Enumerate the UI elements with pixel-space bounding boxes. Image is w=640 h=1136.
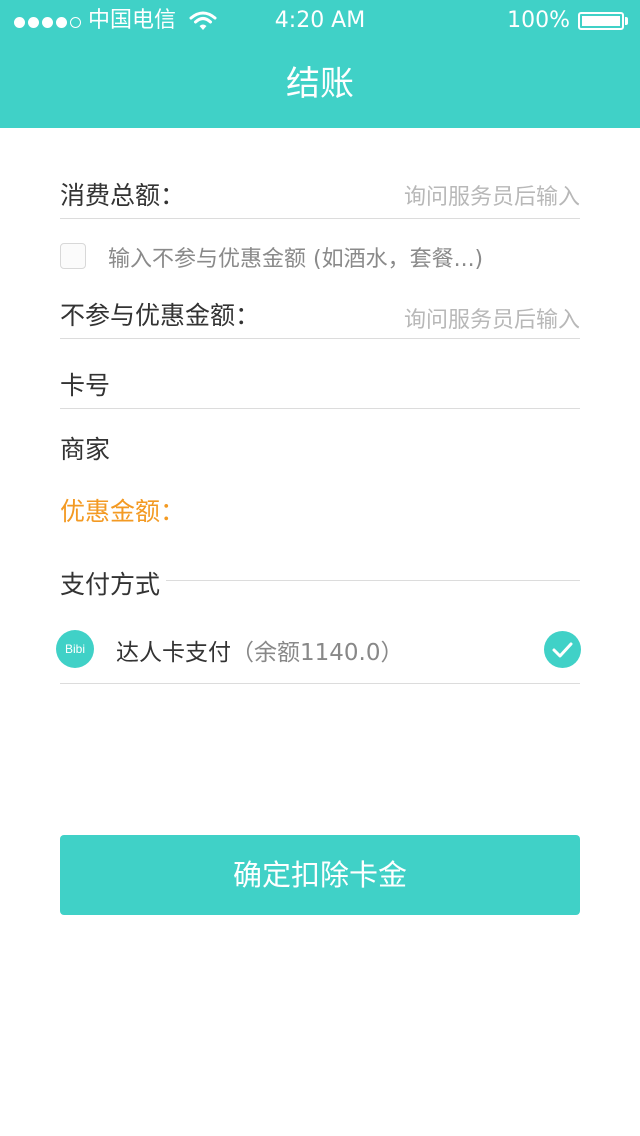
card-number-row[interactable]: 卡号 <box>60 360 580 409</box>
bibi-logo-icon: Bibi <box>56 630 94 668</box>
confirm-deduct-button[interactable]: 确定扣除卡金 <box>60 835 580 915</box>
payment-method-balance: （余额1140.0） <box>231 640 404 666</box>
excluded-amount-label: 不参与优惠金额： <box>60 301 261 330</box>
discount-row: 优惠金额： <box>60 490 580 530</box>
checkmark-circle-icon[interactable] <box>544 631 581 668</box>
checkbox-icon[interactable] <box>60 243 86 269</box>
card-number-label: 卡号 <box>60 371 111 400</box>
battery-icon <box>578 12 624 30</box>
excluded-amount-row[interactable]: 不参与优惠金额： 询问服务员后输入 <box>60 290 580 339</box>
total-amount-input[interactable]: 询问服务员后输入 <box>404 179 580 211</box>
payment-section-header: 支付方式 <box>60 562 580 602</box>
payment-row-divider <box>60 683 580 684</box>
payment-method-label: 达人卡支付 <box>116 640 231 666</box>
battery-fill <box>582 16 620 26</box>
payment-method-option[interactable]: 达人卡支付（余额1140.0） <box>116 633 403 667</box>
exclude-checkbox-label: 输入不参与优惠金额 (如酒水，套餐...) <box>108 247 484 272</box>
merchant-label: 商家 <box>60 435 111 464</box>
status-bar: 中国电信 4:20 AM 100% <box>0 0 640 40</box>
battery-percent: 100% <box>507 8 570 33</box>
exclude-checkbox-row[interactable]: 输入不参与优惠金额 (如酒水，套餐...) <box>60 243 580 273</box>
excluded-amount-input[interactable]: 询问服务员后输入 <box>404 302 580 334</box>
page-title: 结账 <box>286 64 354 104</box>
merchant-row: 商家 <box>60 428 580 468</box>
total-amount-row[interactable]: 消费总额： 询问服务员后输入 <box>60 170 580 219</box>
battery-tip <box>625 17 628 25</box>
header-bar: 中国电信 4:20 AM 100% 结账 <box>0 0 640 128</box>
payment-section-title: 支付方式 <box>60 565 167 601</box>
discount-label: 优惠金额： <box>60 497 186 526</box>
total-amount-label: 消费总额： <box>60 181 186 210</box>
